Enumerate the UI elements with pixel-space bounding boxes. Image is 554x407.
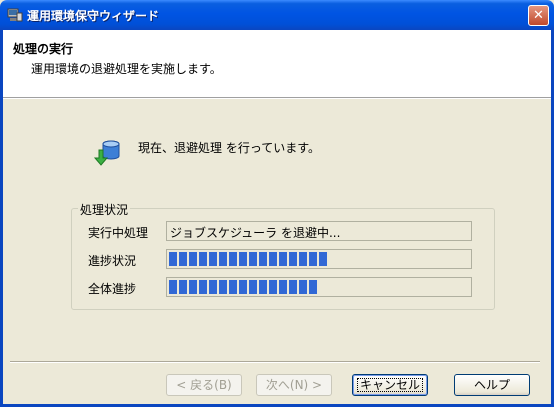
close-button[interactable]: ✕ — [528, 5, 549, 26]
status-message: 現在、退避処理 を行っています。 — [138, 141, 321, 155]
next-button[interactable]: 次へ(N) > — [256, 374, 332, 396]
current-task-field: ジョブスケジューラ を退避中... — [166, 221, 472, 241]
current-task-value: ジョブスケジューラ を退避中... — [170, 226, 341, 240]
wizard-header: 処理の実行 運用環境の退避処理を実施します。 — [3, 30, 551, 98]
progress-group-legend: 処理状況 — [78, 201, 131, 218]
title-bar[interactable]: 運用環境保守ウィザード ✕ — [0, 0, 554, 30]
cancel-button[interactable]: キャンセル — [352, 374, 428, 396]
step-progress-fill — [169, 252, 327, 266]
window-title: 運用環境保守ウィザード — [27, 9, 160, 23]
current-task-label: 実行中処理 — [88, 226, 149, 240]
step-progress-bar — [166, 249, 472, 269]
overall-progress-fill — [169, 280, 317, 294]
back-button[interactable]: < 戻る(B) — [166, 374, 242, 396]
page-title: 処理の実行 — [13, 42, 74, 56]
close-icon: ✕ — [533, 8, 544, 23]
page-subtitle: 運用環境の退避処理を実施します。 — [31, 62, 222, 76]
overall-progress-bar — [166, 277, 472, 297]
overall-progress-label: 全体進捗 — [88, 282, 137, 296]
help-button[interactable]: ヘルプ — [454, 374, 530, 396]
database-backup-icon — [93, 140, 120, 166]
footer-separator-highlight — [10, 362, 540, 363]
header-separator — [3, 98, 551, 99]
step-progress-label: 進捗状況 — [88, 254, 137, 268]
focus-ring — [357, 378, 423, 392]
wizard-app-icon — [7, 8, 23, 22]
